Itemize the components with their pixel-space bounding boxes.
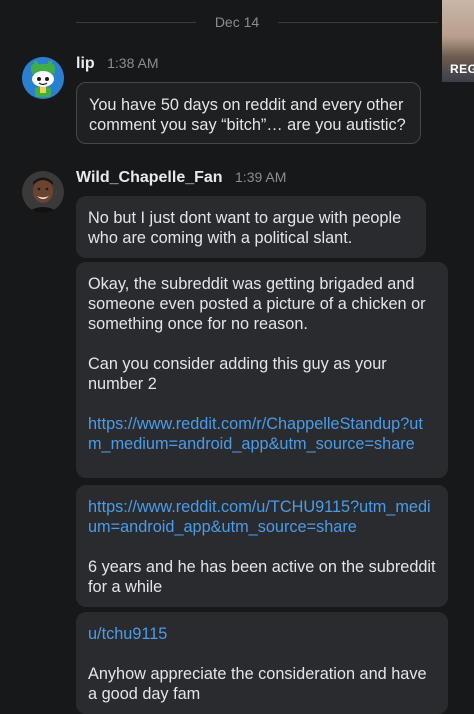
- robot-snoo-avatar-icon[interactable]: [22, 57, 64, 99]
- message-time: 1:39 AM: [235, 169, 287, 185]
- message-bubble[interactable]: Okay, the subreddit was getting brigaded…: [76, 262, 448, 478]
- message-bubble[interactable]: u/tchu9115 Anyhow appreciate the conside…: [76, 612, 448, 714]
- message-text: Anyhow appreciate the consideration and …: [88, 665, 427, 703]
- video-thumbnail[interactable]: REG: [442, 0, 474, 82]
- message-time: 1:38 AM: [107, 55, 159, 71]
- message-text: Okay, the subreddit was getting brigaded…: [88, 275, 426, 333]
- date-separator-line-right: [278, 22, 438, 23]
- message-bubble[interactable]: https://www.reddit.com/u/TCHU9115?utm_me…: [76, 485, 448, 607]
- message-text: Can you consider adding this guy as your…: [88, 355, 387, 393]
- date-separator-line-left: [76, 22, 196, 23]
- profile-photo-avatar-icon[interactable]: [22, 171, 64, 213]
- date-separator: Dec 14: [0, 12, 474, 32]
- user-profile-link[interactable]: https://www.reddit.com/u/TCHU9115?utm_me…: [88, 498, 431, 536]
- message-bubble[interactable]: No but I just dont want to argue with pe…: [76, 196, 426, 258]
- chat-screen: Dec 14 REG lip 1:38 AM You have 50 days …: [0, 0, 474, 714]
- message-text: 6 years and he has been active on the su…: [88, 558, 436, 596]
- message-header-lip: lip 1:38 AM: [76, 55, 159, 77]
- author-name[interactable]: Wild_Chapelle_Fan: [76, 169, 223, 186]
- message-bubble[interactable]: You have 50 days on reddit and every oth…: [76, 82, 421, 144]
- author-name[interactable]: lip: [76, 55, 95, 72]
- username-link[interactable]: u/tchu9115: [88, 625, 167, 643]
- message-text: No but I just dont want to argue with pe…: [88, 209, 402, 247]
- message-text: You have 50 days on reddit and every oth…: [89, 96, 406, 134]
- message-header-wild-chapelle-fan: Wild_Chapelle_Fan 1:39 AM: [76, 169, 286, 191]
- subreddit-link[interactable]: https://www.reddit.com/r/ChappelleStandu…: [88, 415, 423, 453]
- video-thumbnail-label: REG: [450, 62, 474, 76]
- date-separator-label: Dec 14: [214, 14, 260, 30]
